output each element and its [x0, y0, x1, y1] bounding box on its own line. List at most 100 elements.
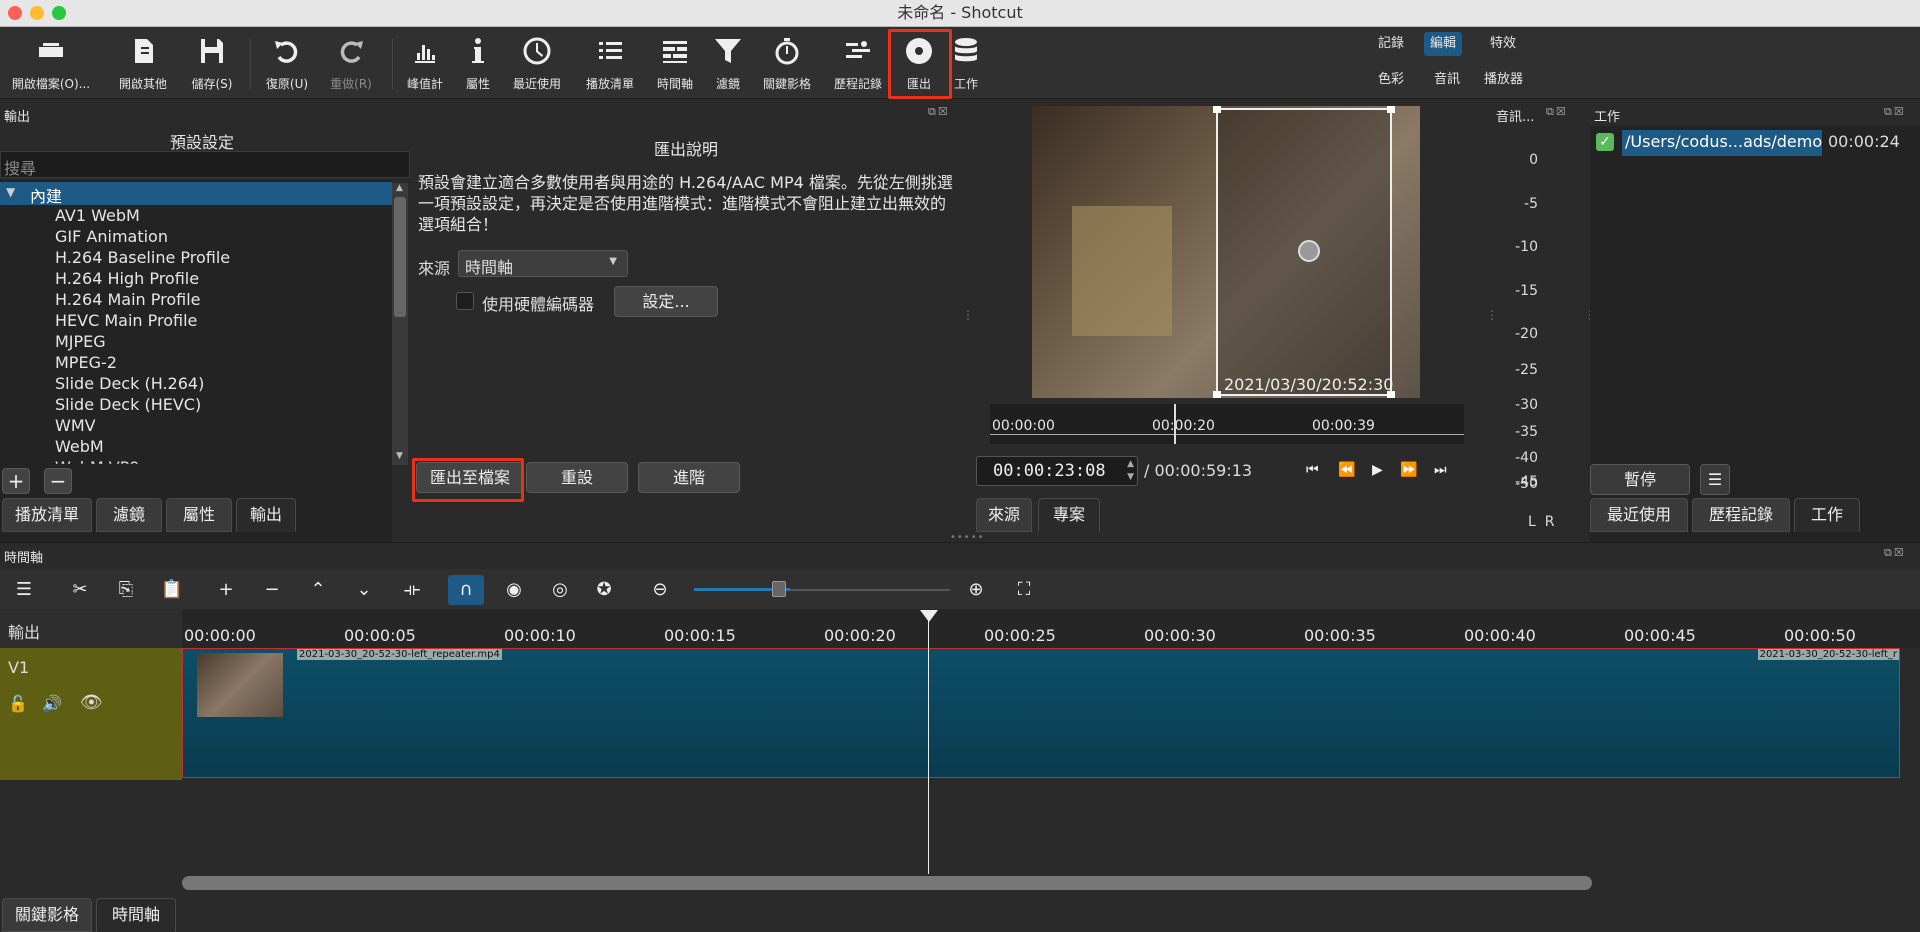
peak-meter-button[interactable]: 峰值計 — [398, 27, 452, 99]
advanced-button[interactable]: 進階 — [638, 462, 740, 493]
open-other-button[interactable]: 開啟其他 — [108, 27, 178, 99]
recent-button[interactable]: 最近使用 — [506, 27, 568, 99]
layout-fx-button[interactable]: 特效 — [1484, 32, 1522, 56]
tab-filters[interactable]: 濾鏡 — [96, 498, 162, 532]
playlist-button[interactable]: 播放清單 — [578, 27, 642, 99]
lock-icon[interactable]: 🔓 — [8, 694, 28, 713]
undo-button[interactable]: 復原(U) — [258, 27, 316, 99]
close-window-button[interactable] — [8, 6, 22, 20]
zoom-in-icon[interactable]: ⊕ — [958, 575, 994, 605]
rewind-icon[interactable]: ⏪ — [1338, 462, 1355, 478]
redo-button[interactable]: 重做(R) — [322, 27, 380, 99]
preset-group-builtin[interactable]: ▼ 內建 — [0, 182, 392, 206]
mute-icon[interactable]: 🔊 — [42, 694, 62, 713]
timeline-horizontal-scrollbar[interactable] — [182, 876, 1592, 890]
crop-center-handle[interactable] — [1298, 240, 1320, 262]
panel-float-close-icons[interactable]: ⧉☒ — [1546, 105, 1568, 119]
preset-item[interactable]: WMV — [55, 416, 96, 435]
timeline-ruler[interactable]: 00:00:00 00:00:05 00:00:10 00:00:15 00:0… — [182, 610, 1920, 648]
preset-item[interactable]: MPEG-2 — [55, 353, 117, 372]
tab-project[interactable]: 專案 — [1038, 498, 1100, 532]
panel-float-close-icons[interactable]: ⧉☒ — [1884, 546, 1906, 560]
visibility-eye-icon[interactable]: 👁 — [80, 692, 103, 713]
panel-float-close-icons[interactable]: ⧉☒ — [928, 105, 950, 119]
timeline-playhead[interactable] — [928, 610, 929, 874]
track-header-v1[interactable]: V1 🔓 🔊 👁 — [0, 648, 182, 780]
source-select[interactable]: 時間軸 ▼ — [458, 250, 628, 277]
preset-item[interactable]: AV1 WebM — [55, 206, 140, 225]
crop-handle[interactable] — [1213, 391, 1221, 398]
lift-icon[interactable]: ⌃ — [300, 575, 336, 605]
copy-icon[interactable]: ⎘ — [108, 575, 144, 605]
splitter-handle[interactable]: ⋮ — [962, 308, 974, 322]
preset-item[interactable]: MJPEG — [55, 332, 106, 351]
properties-button[interactable]: 屬性 — [458, 27, 498, 99]
remove-preset-button[interactable]: − — [44, 468, 72, 494]
paste-icon[interactable]: 📋 — [154, 575, 190, 605]
time-stepper-icon[interactable]: ▲ ▼ — [1127, 458, 1134, 484]
jobs-button[interactable]: 工作 — [948, 27, 984, 99]
open-file-button[interactable]: 開啟檔案(O)... — [6, 27, 96, 99]
tab-keyframes[interactable]: 關鍵影格 — [2, 898, 92, 932]
timeline-button[interactable]: 時間軸 — [648, 27, 702, 99]
cut-icon[interactable]: ✂ — [62, 575, 98, 605]
crop-handle[interactable] — [1387, 106, 1395, 113]
layout-audio-button[interactable]: 音訊 — [1428, 68, 1466, 92]
panel-float-close-icons[interactable]: ⧉☒ — [1884, 105, 1906, 119]
split-icon[interactable]: ⟛ — [394, 575, 430, 605]
tab-source[interactable]: 來源 — [976, 498, 1032, 532]
scrub-icon[interactable]: ◉ — [496, 575, 532, 605]
ripple-all-icon[interactable]: ✪ — [586, 575, 622, 605]
tab-history[interactable]: 歷程記錄 — [1692, 498, 1790, 532]
playhead-marker-icon[interactable] — [920, 610, 938, 622]
keyframes-button[interactable]: 關鍵影格 — [756, 27, 818, 99]
hw-encoder-checkbox[interactable] — [456, 292, 474, 310]
preset-item[interactable]: Slide Deck (H.264) — [55, 374, 204, 393]
play-icon[interactable]: ▶ — [1372, 462, 1383, 478]
scrollbar-thumb[interactable] — [394, 197, 406, 317]
layout-logging-button[interactable]: 記錄 — [1372, 32, 1410, 56]
layout-color-button[interactable]: 色彩 — [1372, 68, 1410, 92]
player-ruler[interactable]: 00:00:00 00:00:20 00:00:39 — [990, 404, 1464, 444]
remove-icon[interactable]: − — [254, 575, 290, 605]
layout-player-button[interactable]: 播放器 — [1478, 68, 1529, 92]
preset-item[interactable]: GIF Animation — [55, 227, 168, 246]
skip-next-icon[interactable]: ⏭ — [1434, 462, 1447, 478]
skip-previous-icon[interactable]: ⏮ — [1306, 462, 1319, 478]
player-playhead[interactable] — [1174, 404, 1176, 444]
jobs-menu-button[interactable]: ☰ — [1700, 464, 1730, 495]
fast-forward-icon[interactable]: ⏩ — [1400, 462, 1417, 478]
snap-magnet-icon[interactable]: ∩ — [448, 575, 484, 605]
tab-playlist[interactable]: 播放清單 — [2, 498, 92, 532]
append-icon[interactable]: + — [208, 575, 244, 605]
timeline-menu-icon[interactable]: ☰ — [6, 575, 42, 605]
encoder-settings-button[interactable]: 設定... — [614, 286, 718, 317]
preset-item[interactable]: H.264 Baseline Profile — [55, 248, 230, 267]
ripple-icon[interactable]: ◎ — [542, 575, 578, 605]
zoom-out-icon[interactable]: ⊖ — [642, 575, 678, 605]
crop-handle[interactable] — [1213, 106, 1221, 113]
pause-jobs-button[interactable]: 暫停 — [1590, 464, 1690, 495]
zoom-window-button[interactable] — [52, 6, 66, 20]
preset-item[interactable]: H.264 Main Profile — [55, 290, 201, 309]
preset-item[interactable]: HEVC Main Profile — [55, 311, 197, 330]
filters-button[interactable]: 濾鏡 — [708, 27, 748, 99]
preset-item[interactable]: H.264 High Profile — [55, 269, 199, 288]
tab-timeline[interactable]: 時間軸 — [96, 898, 176, 932]
zoom-slider-thumb[interactable] — [772, 581, 786, 597]
preset-item[interactable]: WebM — [55, 437, 104, 456]
tab-jobs[interactable]: 工作 — [1794, 498, 1860, 532]
zoom-slider-track[interactable] — [790, 589, 950, 591]
tab-properties[interactable]: 屬性 — [166, 498, 232, 532]
preset-item[interactable]: Slide Deck (HEVC) — [55, 395, 201, 414]
video-clip[interactable]: 2021-03-30_20-52-30-left_repeater.mp4 20… — [182, 648, 1900, 778]
save-button[interactable]: 儲存(S) — [182, 27, 242, 99]
tab-export[interactable]: 輸出 — [236, 498, 296, 532]
add-preset-button[interactable]: + — [2, 468, 30, 494]
zoom-fit-icon[interactable]: ⛶ — [1006, 575, 1042, 605]
preset-search-input[interactable]: 搜尋 — [0, 151, 410, 178]
history-button[interactable]: 歷程記錄 — [826, 27, 890, 99]
reset-button[interactable]: 重設 — [526, 462, 628, 493]
preset-list-scrollbar[interactable]: ▲ ▼ — [392, 183, 408, 465]
splitter-handle[interactable]: ⋮ — [1486, 308, 1498, 322]
